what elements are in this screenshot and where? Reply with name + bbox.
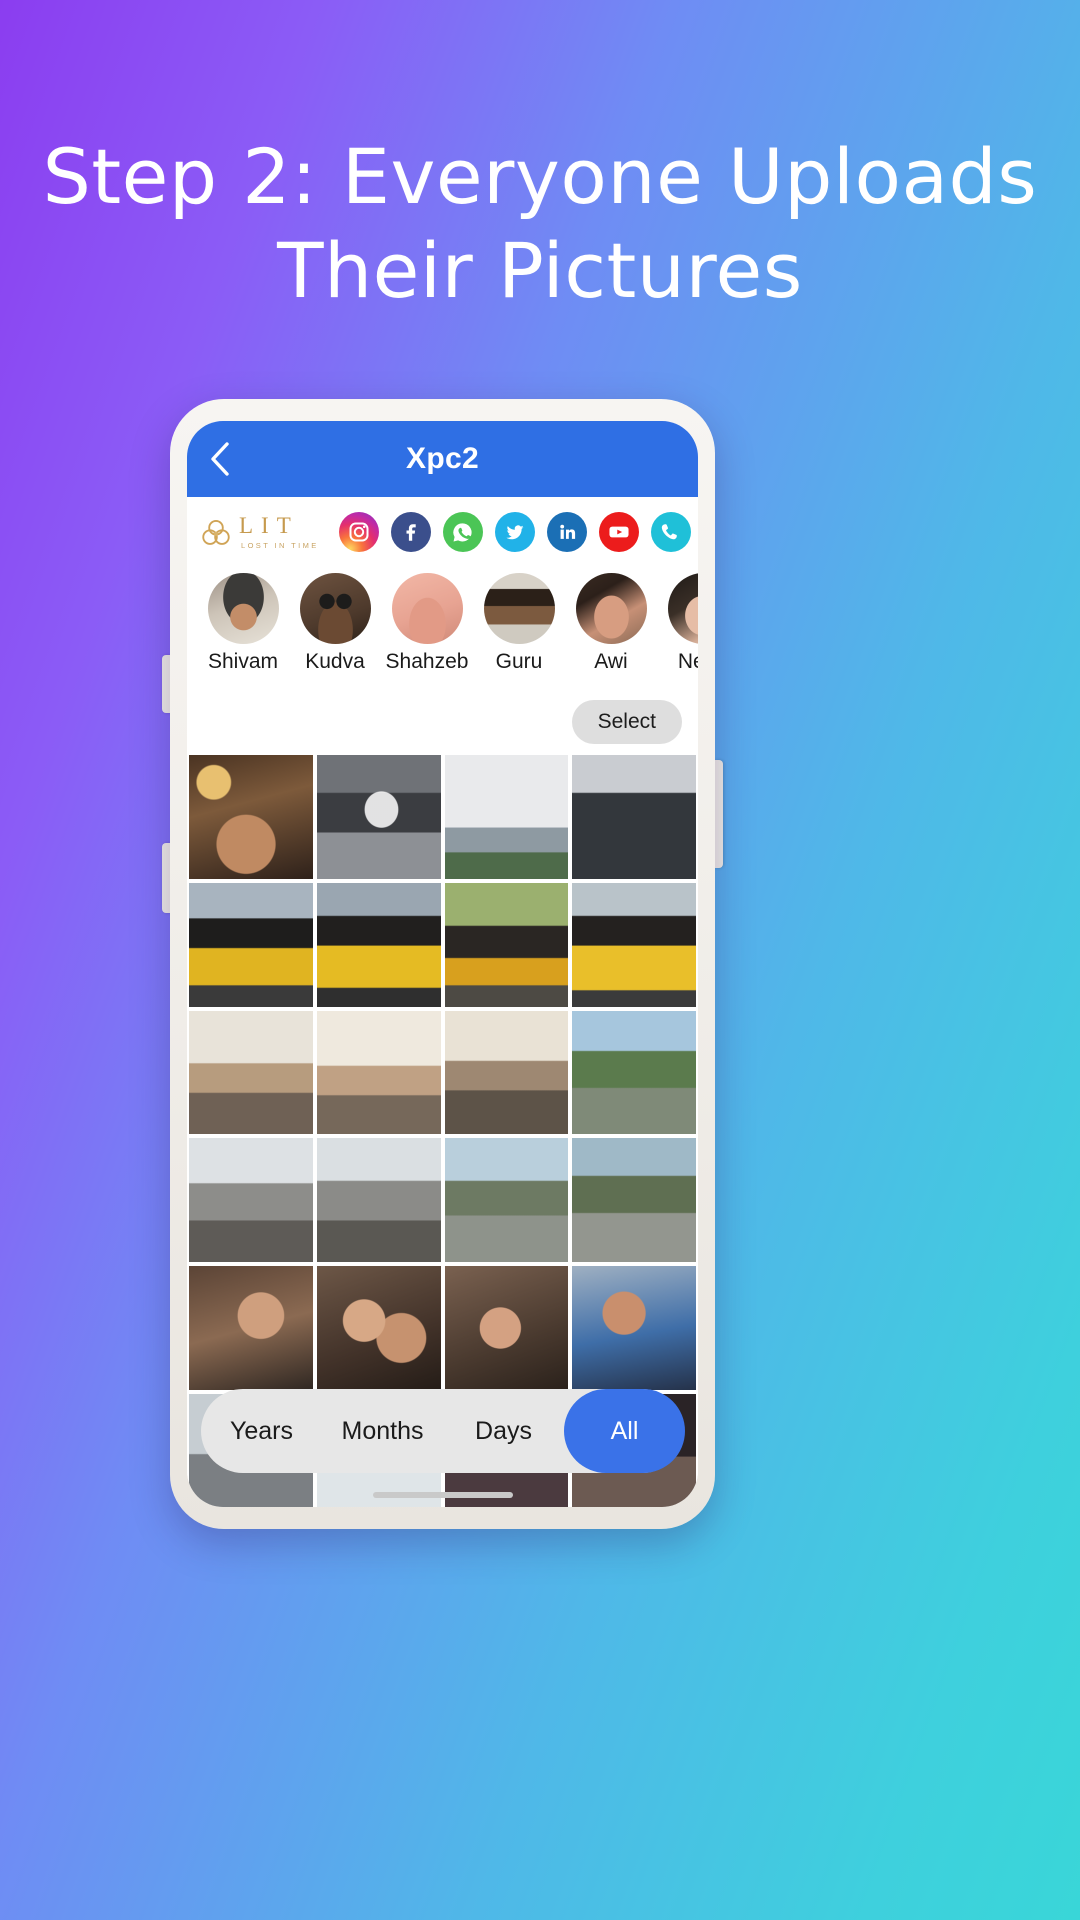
member-item[interactable]: Neha [657, 573, 698, 674]
photo-thumbnail[interactable] [316, 1138, 441, 1262]
filter-all[interactable]: All [564, 1389, 685, 1473]
headline-line-1: Step 2: Everyone Uploads [42, 132, 1038, 221]
avatar[interactable] [207, 573, 279, 644]
brand-name: LIT [239, 513, 299, 539]
lit-logo: LIT LOST IN TIME [199, 514, 319, 550]
power-button[interactable] [714, 760, 723, 868]
member-name: Awi [594, 650, 628, 673]
linkedin-icon[interactable] [546, 512, 587, 552]
member-item[interactable]: Shivam [197, 573, 289, 674]
members-row[interactable]: Shivam Kudva Shahzeb Guru Awi N [187, 567, 698, 689]
filter-days[interactable]: Days [443, 1417, 564, 1446]
photo-thumbnail[interactable] [444, 882, 569, 1007]
photo-thumbnail[interactable] [316, 1010, 441, 1135]
member-item[interactable]: Kudva [289, 573, 381, 674]
phone-screen: Xpc2 LIT LOST IN TIME Shivam Kudva Shahz… [187, 421, 698, 1507]
brand-tagline: LOST IN TIME [241, 541, 319, 551]
more-options-icon[interactable] [697, 512, 698, 552]
avatar[interactable] [299, 573, 371, 644]
instagram-icon[interactable] [338, 512, 379, 552]
lit-wordmark: LIT LOST IN TIME [239, 514, 319, 550]
photo-thumbnail[interactable] [444, 1010, 569, 1135]
avatar[interactable] [483, 573, 555, 644]
timeline-filter-bar: Years Months Days All [201, 1389, 685, 1473]
chevron-left-icon[interactable] [203, 442, 237, 476]
member-item[interactable]: Guru [473, 573, 565, 674]
photo-thumbnail[interactable] [444, 1138, 569, 1262]
member-name: Kudva [305, 650, 365, 673]
photo-thumbnail[interactable] [189, 1010, 313, 1135]
filter-years[interactable]: Years [201, 1417, 322, 1446]
photo-thumbnail[interactable] [316, 882, 441, 1007]
member-name: Guru [495, 650, 543, 673]
photo-thumbnail[interactable] [444, 755, 569, 879]
promo-screen: Step 2: Everyone Uploads Their Pictures … [0, 0, 1080, 1920]
photo-thumbnail[interactable] [444, 1266, 569, 1390]
photo-thumbnail[interactable] [572, 1138, 696, 1262]
photo-thumbnail[interactable] [316, 755, 441, 879]
home-indicator [372, 1492, 513, 1498]
member-item[interactable]: Awi [565, 573, 657, 674]
select-row: Select [187, 689, 698, 755]
photo-thumbnail[interactable] [572, 882, 696, 1007]
member-item[interactable]: Shahzeb [381, 573, 473, 674]
member-name: Shahzeb [385, 650, 469, 673]
phone-icon[interactable] [650, 512, 691, 552]
avatar[interactable] [391, 573, 463, 644]
photo-thumbnail[interactable] [189, 755, 313, 879]
album-title: Xpc2 [406, 442, 479, 475]
photo-thumbnail[interactable] [572, 1010, 696, 1135]
app-bar: Xpc2 [187, 421, 698, 497]
headline-line-2: Their Pictures [277, 226, 803, 316]
triquetra-icon [202, 520, 230, 545]
whatsapp-icon[interactable] [442, 512, 483, 552]
twitter-icon[interactable] [494, 512, 535, 552]
photo-thumbnail[interactable] [316, 1266, 441, 1390]
avatar[interactable] [667, 573, 698, 644]
photo-thumbnail[interactable] [189, 1138, 313, 1262]
phone-mockup: Xpc2 LIT LOST IN TIME Shivam Kudva Shahz… [170, 399, 715, 1529]
member-name: Shivam [207, 650, 279, 673]
filter-months[interactable]: Months [322, 1417, 443, 1446]
youtube-icon[interactable] [598, 512, 639, 552]
avatar[interactable] [575, 573, 647, 644]
photo-thumbnail[interactable] [572, 755, 696, 879]
photo-thumbnail[interactable] [572, 1266, 696, 1390]
photo-thumbnail[interactable] [189, 1266, 313, 1390]
facebook-icon[interactable] [390, 512, 431, 552]
member-name: Neha [677, 650, 698, 673]
page-title: Step 2: Everyone Uploads Their Pictures [0, 130, 1080, 318]
select-button[interactable]: Select [571, 700, 682, 744]
photo-thumbnail[interactable] [189, 882, 313, 1007]
social-toolbar: LIT LOST IN TIME [187, 497, 698, 567]
